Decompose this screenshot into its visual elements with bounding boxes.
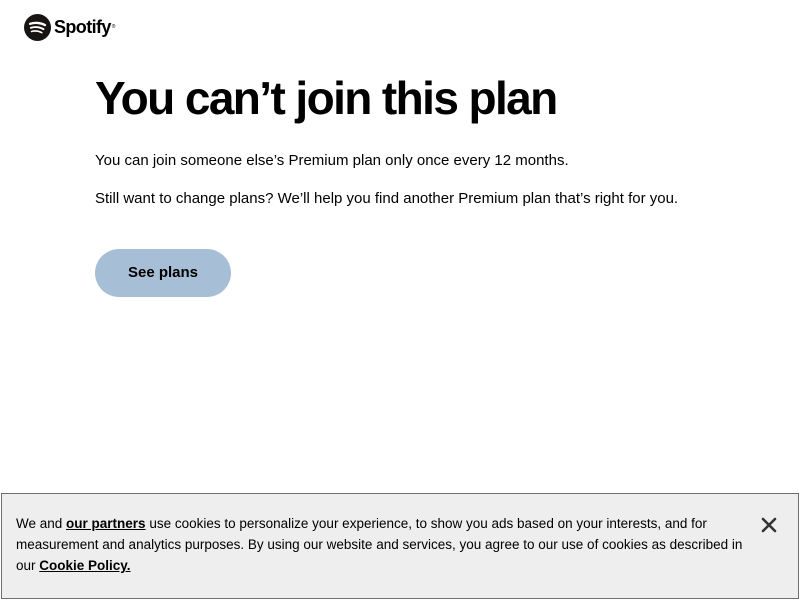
- help-text: Still want to change plans? We’ll help y…: [95, 190, 679, 207]
- see-plans-button[interactable]: See plans: [95, 249, 231, 297]
- close-cookie-banner-button[interactable]: [758, 514, 780, 536]
- close-icon: [761, 517, 777, 533]
- spotify-logo-icon: [24, 13, 51, 41]
- cookie-banner: We and our partners use cookies to perso…: [1, 493, 799, 599]
- cookie-notice-text: We and our partners use cookies to perso…: [16, 513, 751, 576]
- cookie-text-intro: We and: [16, 516, 67, 531]
- cookie-policy-link[interactable]: Cookie Policy.: [39, 558, 130, 573]
- spotify-logo[interactable]: Spotify ®: [24, 13, 115, 41]
- brand-name: Spotify: [54, 17, 111, 37]
- main-content: You can’t join this plan You can join so…: [95, 70, 715, 297]
- page-title: You can’t join this plan: [95, 72, 558, 124]
- trademark-symbol: ®: [111, 24, 116, 30]
- info-text: You can join someone else’s Premium plan…: [95, 152, 569, 169]
- our-partners-link[interactable]: our partners: [66, 516, 146, 531]
- page: Spotify ® You can’t join this plan You ca…: [0, 0, 800, 600]
